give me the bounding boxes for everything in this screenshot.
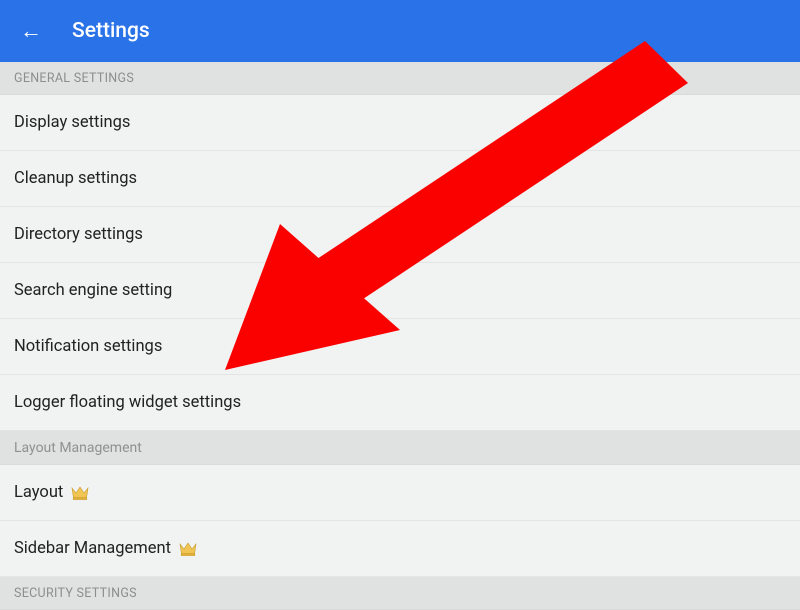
settings-item-sidebar-management[interactable]: Sidebar Management: [0, 521, 800, 577]
settings-item-notification[interactable]: Notification settings: [0, 319, 800, 375]
section-header-general: GENERAL SETTINGS: [0, 62, 800, 95]
settings-item-layout[interactable]: Layout: [0, 465, 800, 521]
back-icon[interactable]: ←: [16, 12, 46, 50]
settings-item-search-engine[interactable]: Search engine setting: [0, 263, 800, 319]
settings-item-logger-widget[interactable]: Logger floating widget settings: [0, 375, 800, 431]
settings-item-label: Layout: [14, 483, 63, 502]
section-header-security: SECURITY SETTINGS: [0, 577, 800, 610]
settings-item-label: Cleanup settings: [14, 169, 137, 188]
app-header: ← Settings: [0, 0, 800, 62]
settings-item-directory[interactable]: Directory settings: [0, 207, 800, 263]
settings-item-label: Search engine setting: [14, 281, 172, 300]
settings-item-display[interactable]: Display settings: [0, 95, 800, 151]
page-title: Settings: [72, 19, 150, 43]
crown-icon: [71, 485, 89, 501]
settings-item-cleanup[interactable]: Cleanup settings: [0, 151, 800, 207]
settings-item-label: Sidebar Management: [14, 539, 171, 558]
settings-item-label: Display settings: [14, 113, 130, 132]
section-header-layout: Layout Management: [0, 431, 800, 465]
settings-item-label: Directory settings: [14, 225, 143, 244]
settings-item-label: Notification settings: [14, 337, 162, 356]
crown-icon: [179, 541, 197, 557]
settings-item-label: Logger floating widget settings: [14, 393, 241, 412]
